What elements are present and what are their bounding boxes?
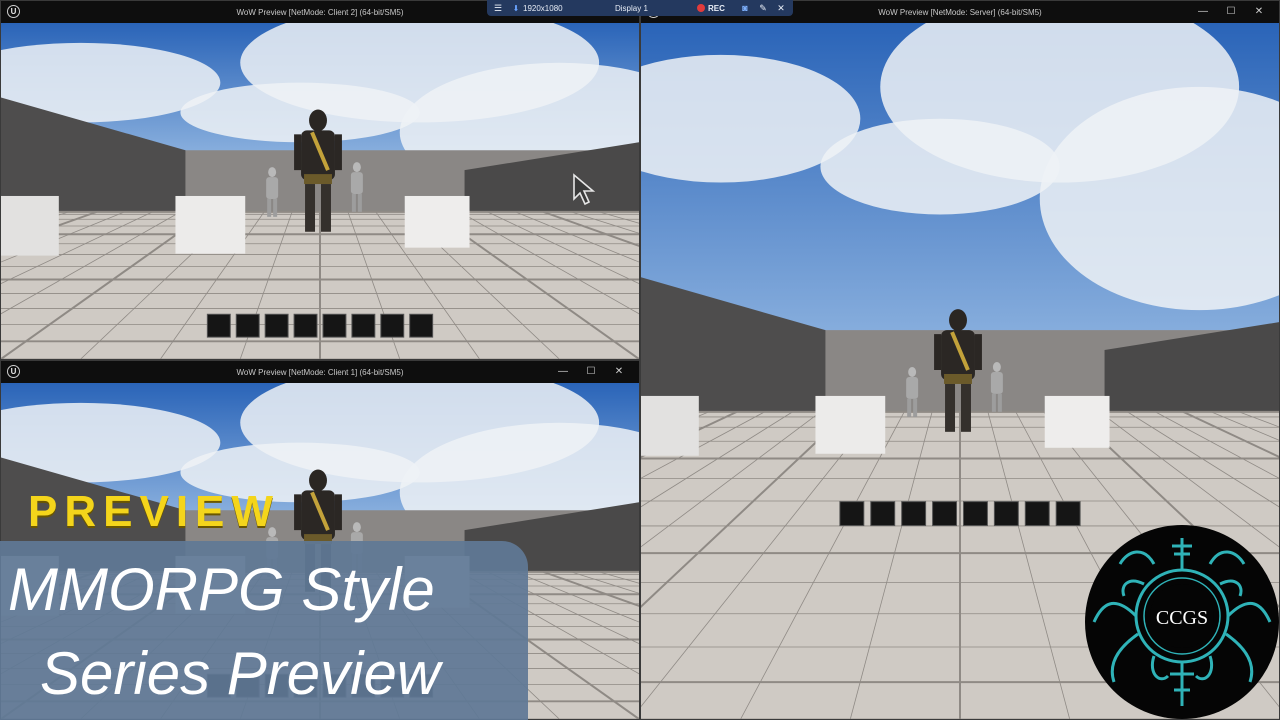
hotbar-slot[interactable] [839, 501, 865, 527]
logo-text: CCGS [1156, 607, 1208, 629]
hotbar-slot[interactable] [409, 313, 434, 338]
series-title-panel: MMORPG Style Series Preview [0, 541, 528, 720]
hotbar-slot[interactable] [206, 313, 231, 338]
hotbar-slot[interactable] [993, 501, 1019, 527]
close-icon[interactable]: ✕ [772, 3, 790, 14]
maximize-button[interactable]: ☐ [1217, 5, 1245, 19]
preview-label: PREVIEW [28, 487, 280, 536]
ccgs-logo: CCGS [1085, 525, 1279, 719]
minimize-button[interactable]: — [1189, 5, 1217, 19]
pin-icon[interactable]: ⬇ [509, 4, 523, 13]
desktop: ☰ ⬇ 1920x1080 Display 1 REC ◙ ✎ ✕ U WoW … [0, 0, 1280, 720]
recording-toolbar: ☰ ⬇ 1920x1080 Display 1 REC ◙ ✎ ✕ [487, 0, 793, 16]
hotbar-slot[interactable] [293, 313, 318, 338]
resolution-label[interactable]: 1920x1080 [523, 4, 615, 13]
display-label[interactable]: Display 1 [615, 4, 697, 13]
hamburger-icon[interactable]: ☰ [487, 3, 509, 14]
hotbar-slot[interactable] [322, 313, 347, 338]
series-title-line1: MMORPG Style [8, 556, 435, 623]
hotbar-slot[interactable] [932, 501, 958, 527]
camera-icon[interactable]: ◙ [736, 3, 754, 13]
rec-button[interactable]: REC [708, 4, 736, 13]
cursor-icon [573, 173, 596, 206]
hotbar-slot[interactable] [962, 501, 988, 527]
close-button[interactable]: ✕ [605, 365, 633, 379]
hotbar-slot[interactable] [264, 313, 289, 338]
series-title-line2: Series Preview [40, 640, 441, 707]
client1-titlebar[interactable]: U WoW Preview [NetMode: Client 1] (64-bi… [1, 361, 639, 383]
hotbar-slot[interactable] [351, 313, 376, 338]
minimize-button[interactable]: — [549, 365, 577, 379]
hotbar-slot[interactable] [380, 313, 405, 338]
client2-window: U WoW Preview [NetMode: Client 2] (64-bi… [0, 0, 640, 360]
record-dot-icon[interactable] [697, 4, 705, 12]
hotbar-slot[interactable] [1055, 501, 1081, 527]
hotbar-slot[interactable] [870, 501, 896, 527]
hotbar-slot[interactable] [1024, 501, 1050, 527]
pen-icon[interactable]: ✎ [754, 3, 772, 14]
client1-title: WoW Preview [NetMode: Client 1] (64-bit/… [236, 368, 404, 377]
maximize-button[interactable]: ☐ [577, 365, 605, 379]
close-button[interactable]: ✕ [1245, 5, 1273, 19]
hotbar-slot[interactable] [901, 501, 927, 527]
game-scene [1, 23, 639, 359]
client2-viewport[interactable] [1, 23, 639, 359]
hotbar-slot[interactable] [235, 313, 260, 338]
